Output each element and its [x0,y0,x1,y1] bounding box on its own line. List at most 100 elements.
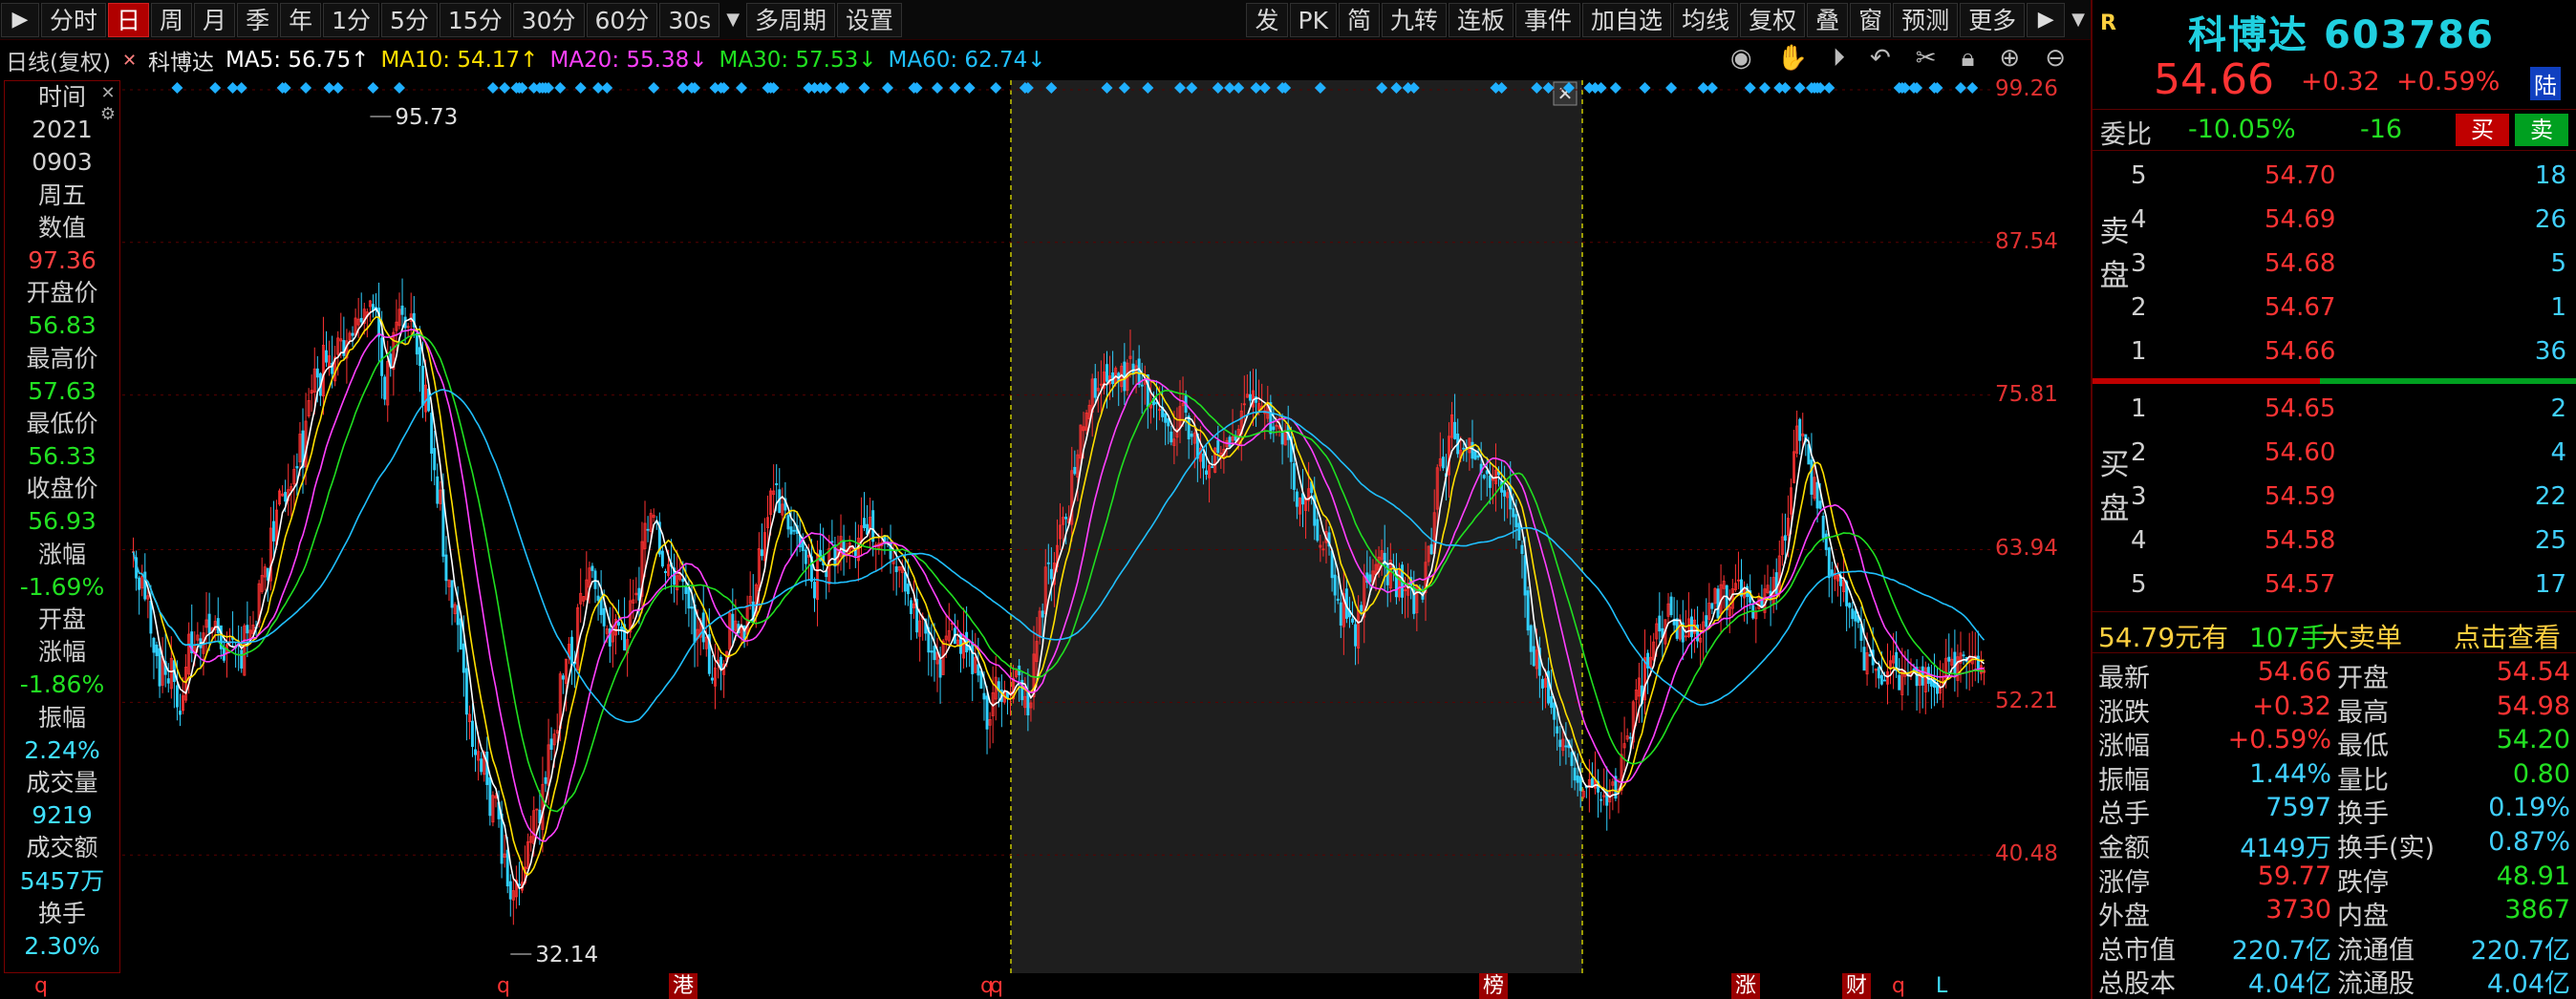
book-row[interactable]: 1 54.66 36 [2131,330,2570,374]
candle-body [1851,608,1855,620]
tool-button-0[interactable]: 发 [1246,2,1288,37]
book-row[interactable]: 1 54.65 2 [2131,388,2570,432]
period-button-10[interactable]: 60分 [586,2,658,37]
expand-right-icon[interactable]: ▶ [2027,2,2066,37]
ask-strength-bar [2093,378,2320,384]
tool-button-1[interactable]: PK [1289,2,1337,37]
period-button-3[interactable]: 月 [194,2,236,37]
candle-body [1336,598,1340,602]
zoom-out-icon[interactable]: ⊖ [2045,44,2066,74]
scissors-icon[interactable]: ✂ [1916,44,1937,74]
period-button-7[interactable]: 5分 [381,2,438,37]
period-button-4[interactable]: 季 [237,2,279,37]
event-diamond [554,82,567,94]
stat-row: 换手(实) 0.87% [2337,827,2570,863]
buy-button[interactable]: 买 [2456,114,2509,146]
event-marker-6[interactable]: 涨 [1731,973,1761,999]
event-marker-0[interactable]: q [34,973,48,999]
bid-side-char-2: 盘 [2099,492,2130,526]
tool-button-5[interactable]: 事件 [1515,2,1581,37]
period-button-2[interactable]: 周 [151,2,193,37]
settings-icon[interactable]: ⚙ [98,104,118,125]
collapse-left-icon[interactable]: ▶ [1,2,39,37]
setting-button-1[interactable]: 设置 [837,2,903,37]
chart-type-label[interactable]: 日线(复权) [6,44,111,76]
event-marker-9[interactable]: L [1936,973,1947,999]
period-dropdown-icon[interactable]: ▼ [720,10,745,30]
play-icon[interactable]: ⏵ [1833,44,1845,74]
hand-icon[interactable]: ✋ [1777,44,1808,74]
period-buttons: 分时日周月季年 1分 5分 15分 30分 60分 30s [40,0,720,39]
book-row[interactable]: 5 54.57 17 [2131,563,2570,607]
eye-icon[interactable]: ◉ [1730,44,1752,74]
tool-button-2[interactable]: 简 [1338,2,1380,37]
book-row[interactable]: 3 54.68 5 [2131,243,2570,287]
trade-price: 54.79元有 [2098,622,2229,653]
stat-value: 54.98 [2496,691,2570,721]
event-marker-8[interactable]: q [1892,973,1905,999]
tool-button-7[interactable]: 均线 [1673,2,1739,37]
kline-chart-svg[interactable]: ✕95.7332.14 [122,80,1995,973]
candle-body [544,776,547,784]
book-row[interactable]: 2 54.67 1 [2131,287,2570,330]
info-line-11: 56.33 [28,442,97,471]
close-ma-icon[interactable]: ✕ [122,51,137,71]
book-row[interactable]: 2 54.60 4 [2131,432,2570,476]
period-button-11[interactable]: 30s [659,2,720,37]
setting-button-0[interactable]: 多周期 [746,2,836,37]
candle-body [480,758,483,773]
period-button-9[interactable]: 30分 [512,2,585,37]
book-row[interactable]: 5 54.70 18 [2131,155,2570,199]
event-marker-4[interactable]: q [990,973,1003,999]
more-dropdown-icon[interactable]: ▼ [2066,10,2091,30]
zoom-in-icon[interactable]: ⊕ [1999,44,2020,74]
candle-body [617,622,620,626]
candle-body [590,565,594,571]
event-marker-7[interactable]: 财 [1842,973,1872,999]
tool-button-8[interactable]: 复权 [1740,2,1806,37]
period-button-5[interactable]: 年 [280,2,322,37]
tool-button-12[interactable]: 更多 [1960,2,2026,37]
event-marker-5[interactable]: 榜 [1479,973,1509,999]
sell-button[interactable]: 卖 [2515,114,2568,146]
candle-body [155,644,159,656]
candle-body [804,549,807,564]
info-line-13: 56.93 [28,507,97,536]
event-diamond [332,82,344,94]
event-marker-2[interactable]: 港 [669,973,698,999]
candle-body [1879,674,1883,685]
book-row[interactable]: 3 54.59 22 [2131,476,2570,520]
candle-body [1351,618,1354,623]
market-badge: 陆 [2530,67,2561,100]
tool-button-10[interactable]: 窗 [1850,2,1892,37]
candle-body [1470,441,1474,459]
info-line-21: 成交量 [26,768,98,797]
kline-chart[interactable]: ✕ 95.73 32.14 [122,80,1995,973]
close-icon[interactable]: ✕ [98,83,118,104]
undo-icon[interactable]: ↶ [1870,44,1891,74]
period-button-6[interactable]: 1分 [323,2,379,37]
rzrq-badge: R [2100,11,2116,35]
trade-detail-link[interactable]: 点击查看 [2454,617,2561,655]
candle-body [596,595,600,602]
period-button-0[interactable]: 分时 [41,2,107,37]
event-diamond [601,82,613,94]
tool-button-11[interactable]: 预测 [1893,2,1959,37]
ma20-value: MA20: 55.38↓ [549,48,708,73]
tool-button-4[interactable]: 连板 [1449,2,1514,37]
candle-body [1810,459,1814,495]
candle-body [775,482,779,486]
book-row[interactable]: 4 54.58 25 [2131,520,2570,563]
book-row[interactable]: 4 54.69 26 [2131,199,2570,243]
tool-button-9[interactable]: 叠 [1807,2,1849,37]
period-button-8[interactable]: 15分 [439,2,511,37]
period-button-1[interactable]: 日 [108,2,150,37]
event-diamond [963,82,976,94]
candle-body [175,685,179,708]
lock-icon[interactable]: 🔒︎ [1962,44,1975,74]
event-marker-1[interactable]: q [497,973,510,999]
tool-button-3[interactable]: 九转 [1382,2,1448,37]
candle-body [1073,466,1077,475]
book-price: 54.59 [2265,482,2336,511]
tool-button-6[interactable]: 加自选 [1582,2,1672,37]
